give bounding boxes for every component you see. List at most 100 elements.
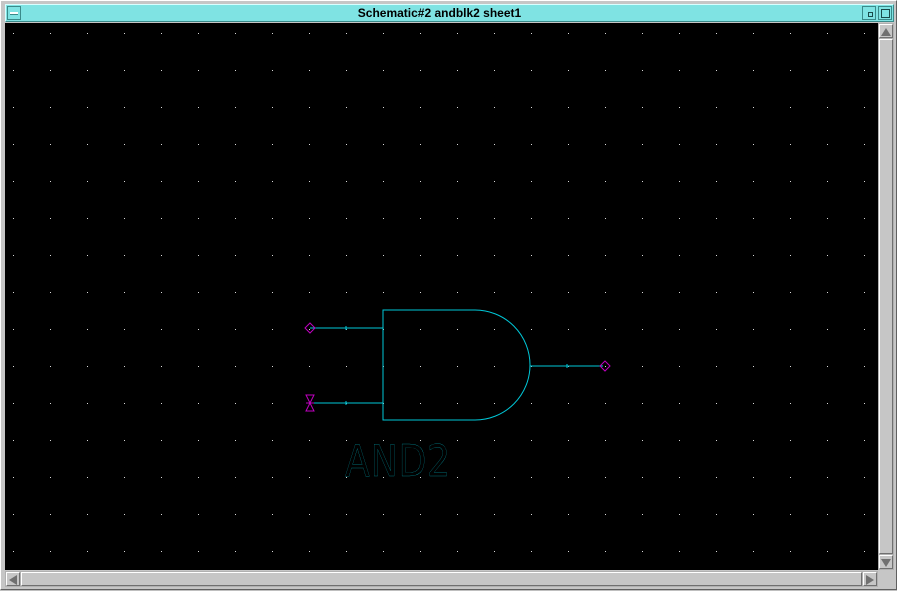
grid-dot [457,181,458,182]
grid-dot [605,181,606,182]
grid-dot [420,551,421,552]
grid-dot [642,366,643,367]
grid-dot [531,440,532,441]
grid-dot [161,403,162,404]
grid-dot [605,33,606,34]
grid-dot [87,440,88,441]
grid-dot [605,440,606,441]
grid-dot [272,477,273,478]
grid-dot [864,329,865,330]
grid-dot [494,107,495,108]
minimize-button[interactable] [862,6,876,20]
grid-dot [494,70,495,71]
grid-dot [13,366,14,367]
grid-dot [790,329,791,330]
grid-dot [87,551,88,552]
grid-dot [198,366,199,367]
window-menu-button[interactable] [7,6,21,20]
grid-dot [124,329,125,330]
vertical-scroll-thumb[interactable] [879,39,893,554]
grid-dot [198,255,199,256]
horizontal-scrollbar[interactable] [5,571,878,587]
grid-dot [827,551,828,552]
grid-dot [420,218,421,219]
grid-dot [346,33,347,34]
grid-dot [235,514,236,515]
grid-dot [124,70,125,71]
scroll-right-button[interactable] [863,572,877,586]
and-gate-symbol[interactable] [310,309,603,421]
title-bar[interactable]: Schematic#2 andblk2 sheet1 [5,4,894,22]
symbol-label[interactable]: AND2 [345,436,451,487]
arrow-right-icon [866,575,874,585]
grid-dot [13,514,14,515]
grid-dot [457,107,458,108]
grid-dot [124,366,125,367]
grid-dot [124,218,125,219]
grid-dot [383,181,384,182]
grid-dot [87,218,88,219]
schematic-canvas[interactable]: AND2 [5,23,878,570]
grid-dot [753,181,754,182]
grid-dot [346,144,347,145]
schematic-window: Schematic#2 andblk2 sheet1 AND2 [0,0,897,590]
horizontal-scroll-thumb[interactable] [21,572,862,586]
grid-dot [642,218,643,219]
grid-dot [753,329,754,330]
grid-dot [309,551,310,552]
grid-dot [13,329,14,330]
grid-dot [457,292,458,293]
grid-dot [457,440,458,441]
grid-dot [420,255,421,256]
grid-dot [531,255,532,256]
grid-dot [605,551,606,552]
grid-dot [864,514,865,515]
grid-dot [605,514,606,515]
grid-dot [124,551,125,552]
scroll-down-button[interactable] [879,555,893,569]
grid-dot [457,33,458,34]
scroll-up-button[interactable] [879,24,893,38]
grid-dot [272,329,273,330]
grid-dot [198,477,199,478]
grid-dot [716,292,717,293]
grid-dot [864,144,865,145]
grid-dot [642,181,643,182]
vertical-scrollbar[interactable] [878,23,894,570]
grid-dot [864,255,865,256]
grid-dot [87,70,88,71]
grid-dot [716,440,717,441]
grid-dot [161,33,162,34]
grid-dot [272,33,273,34]
grid-dot [494,255,495,256]
grid-dot [420,181,421,182]
grid-dot [420,366,421,367]
grid-dot [605,255,606,256]
grid-dot [50,70,51,71]
grid-dot [272,440,273,441]
grid-dot [346,70,347,71]
grid-dot [346,107,347,108]
grid-dot [642,551,643,552]
input-pin-b[interactable] [305,394,315,412]
grid-dot [790,514,791,515]
grid-dot [87,477,88,478]
schematic-drawing[interactable]: AND2 [5,23,878,570]
grid-dot [383,514,384,515]
scroll-left-button[interactable] [6,572,20,586]
grid-dot [679,403,680,404]
grid-dot [642,514,643,515]
grid-dot [13,181,14,182]
grid-dot [753,70,754,71]
grid-dot [679,181,680,182]
grid-dot [605,218,606,219]
grid-dot [124,292,125,293]
grid-dot [827,403,828,404]
grid-dot [87,366,88,367]
grid-dot [235,107,236,108]
grid-dot [642,292,643,293]
grid-dot [87,107,88,108]
maximize-button[interactable] [878,6,892,20]
grid-dot [716,329,717,330]
grid-dot [753,477,754,478]
